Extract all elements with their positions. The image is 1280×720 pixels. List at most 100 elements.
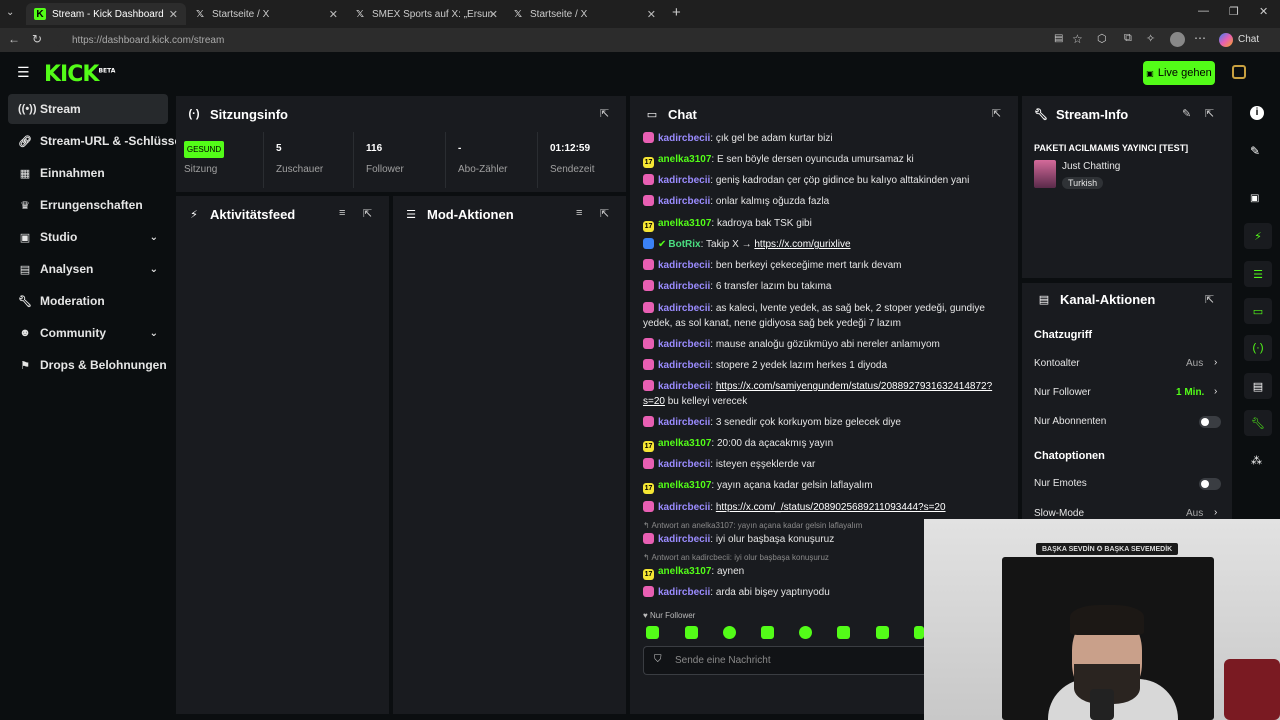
chat-username[interactable]: kadircbecii (658, 260, 710, 271)
close-tab-icon[interactable]: ✕ (647, 8, 656, 21)
subscribers-only-toggle[interactable] (1199, 416, 1221, 428)
chat-username[interactable]: kadircbecii (658, 381, 710, 392)
chat-username[interactable]: kadircbecii (658, 175, 710, 186)
pencil-icon[interactable]: ✎ (1250, 144, 1260, 158)
sidebar-item-achievements[interactable]: ♛ Errungenschaften (8, 190, 168, 220)
maximize-icon[interactable]: ❐ (1229, 5, 1239, 18)
sidebar-item-drops[interactable]: ⚑ Drops & Belohnungen (8, 350, 168, 380)
split-screen-icon[interactable]: ⧉ (1124, 32, 1132, 45)
popout-icon[interactable]: ⇱ (600, 207, 609, 220)
chat-username[interactable]: anelka3107 (658, 438, 711, 449)
tab-smex-sports[interactable]: 𝕏 SMEX Sports auf X: „Ersun Yanal: ' ✕ (346, 3, 506, 25)
close-tab-icon[interactable]: ✕ (489, 8, 498, 21)
chat-username[interactable]: anelka3107 (658, 154, 711, 165)
filter-icon[interactable]: ≡ (576, 207, 582, 219)
reload-icon[interactable]: ↻ (32, 32, 42, 46)
chat-username[interactable]: kadircbecii (658, 502, 710, 513)
wrench-icon: 🔧︎ (18, 295, 32, 308)
popout-icon[interactable]: ⇱ (600, 107, 609, 120)
kick-logo[interactable]: KICKBETA (44, 62, 115, 87)
category-thumbnail[interactable] (1034, 160, 1056, 188)
popout-icon[interactable]: ⇱ (1205, 293, 1214, 306)
chat-username[interactable]: kadircbecii (658, 281, 710, 292)
extensions-icon[interactable]: ⬡ (1097, 32, 1107, 45)
profile-avatar[interactable] (1170, 32, 1185, 47)
new-tab-icon[interactable]: + (672, 4, 681, 21)
chat-username[interactable]: kadircbecii (658, 459, 710, 470)
chat-username[interactable]: kadircbecii (658, 303, 710, 314)
chat-link[interactable]: https://x.com/gurixlive (754, 239, 850, 250)
chevron-down-icon: ⌄ (149, 263, 158, 275)
emote-icon[interactable] (837, 626, 850, 639)
chat-username[interactable]: kadircbecii (658, 196, 710, 207)
reply-context[interactable]: ↰ Antwort an kadircbecii: iyi olur başba… (643, 553, 829, 562)
popout-icon[interactable]: ⇱ (1205, 107, 1214, 120)
collections-icon[interactable]: ✧ (1146, 32, 1155, 45)
url-field[interactable]: https://dashboard.kick.com/stream (56, 30, 1096, 50)
chat-input[interactable]: ⛉ Sende eine Nachricht (643, 646, 924, 675)
back-icon[interactable]: ← (8, 32, 20, 46)
filter-icon[interactable]: ≡ (339, 207, 345, 219)
session-panel-button[interactable]: (·) (1244, 335, 1272, 361)
emote-icon[interactable] (685, 626, 698, 639)
favorite-icon[interactable]: ☆ (1072, 32, 1083, 46)
channel-actions-panel-button[interactable]: ▤ (1244, 373, 1272, 399)
chat-username[interactable]: kadircbecii (658, 360, 710, 371)
category-name[interactable]: Just Chatting (1062, 161, 1120, 172)
emote-icon[interactable] (761, 626, 774, 639)
more-menu-icon[interactable]: ⋯ (1194, 31, 1206, 45)
chat-username[interactable]: kadircbecii (658, 534, 710, 545)
close-tab-icon[interactable]: ✕ (329, 8, 338, 21)
sidebar-item-stream-url[interactable]: 🔗︎ Stream-URL & -Schlüssel (8, 126, 184, 156)
emote-icon[interactable] (799, 626, 812, 639)
stream-info-panel-button[interactable]: 🔧︎ (1244, 410, 1272, 436)
user-avatar[interactable] (1232, 65, 1246, 79)
chat-username[interactable]: kadircbecii (658, 587, 710, 598)
tab-kick-dashboard[interactable]: K Stream - Kick Dashboard ✕ (26, 3, 186, 25)
list-panel-button[interactable]: ☰ (1244, 261, 1272, 287)
copilot-icon[interactable] (1219, 33, 1233, 47)
reader-icon[interactable]: ▤ (1054, 33, 1063, 44)
close-window-icon[interactable]: ✕ (1259, 5, 1268, 18)
chat-username[interactable]: kadircbecii (658, 339, 710, 350)
edit-icon[interactable]: ✎ (1182, 107, 1191, 120)
emote-icon[interactable] (723, 626, 736, 639)
go-live-button[interactable]: ▣ Live gehen (1143, 61, 1215, 85)
lightning-panel-button[interactable]: ⚡︎ (1244, 223, 1272, 249)
account-age-row[interactable]: Kontoalter Aus › (1034, 357, 1222, 369)
chat-username[interactable]: anelka3107 (658, 218, 711, 229)
tab-x-home-2[interactable]: 𝕏 Startseite / X ✕ (504, 3, 664, 25)
followers-only-row[interactable]: Nur Follower 1 Min. › (1034, 386, 1222, 398)
sidebar-item-moderation[interactable]: 🔧︎ Moderation (8, 286, 168, 316)
emote-icon[interactable] (876, 626, 889, 639)
chat-username[interactable]: anelka3107 (658, 566, 711, 577)
chat-username[interactable]: kadircbecii (658, 417, 710, 428)
hamburger-menu-icon[interactable]: ☰ (17, 64, 30, 81)
chat-username[interactable]: kadircbecii (658, 133, 710, 144)
popout-icon[interactable]: ⇱ (992, 107, 1001, 120)
chat-link[interactable]: https://x.com/_/status/20890256892110934… (716, 502, 946, 513)
sidebar-item-community[interactable]: ☻ Community ⌄ (8, 318, 168, 348)
emote-icon[interactable] (914, 626, 924, 639)
tab-x-home-1[interactable]: 𝕏 Startseite / X ✕ (186, 3, 346, 25)
broadcast-panel-icon[interactable]: ▣ (1250, 193, 1259, 204)
chat-username[interactable]: BotRix (668, 239, 700, 250)
slow-mode-row[interactable]: Slow-Mode Aus › (1034, 507, 1222, 519)
apps-icon[interactable]: ⁂ (1251, 454, 1262, 467)
chat-username[interactable]: anelka3107 (658, 480, 711, 491)
close-tab-icon[interactable]: ✕ (169, 8, 178, 21)
chat-label[interactable]: Chat (1238, 34, 1259, 45)
info-icon[interactable]: i (1250, 106, 1264, 120)
tab-list-icon[interactable]: ⌄ (6, 7, 14, 18)
sidebar-item-analytics[interactable]: ▤ Analysen ⌄ (8, 254, 168, 284)
sidebar-item-earnings[interactable]: ▦ Einnahmen (8, 158, 168, 188)
popout-icon[interactable]: ⇱ (363, 207, 372, 220)
reply-context[interactable]: ↰ Antwort an anelka3107: yayın açana kad… (643, 521, 862, 530)
emotes-only-toggle[interactable] (1199, 478, 1221, 490)
sidebar-item-stream[interactable]: ((•)) Stream (8, 94, 168, 124)
chat-panel-button[interactable]: ▭ (1244, 298, 1272, 324)
emote-icon[interactable] (646, 626, 659, 639)
sidebar-item-studio[interactable]: ▣ Studio ⌄ (8, 222, 168, 252)
chat-input-placeholder: Sende eine Nachricht (675, 655, 771, 666)
minimize-icon[interactable]: — (1198, 5, 1209, 17)
